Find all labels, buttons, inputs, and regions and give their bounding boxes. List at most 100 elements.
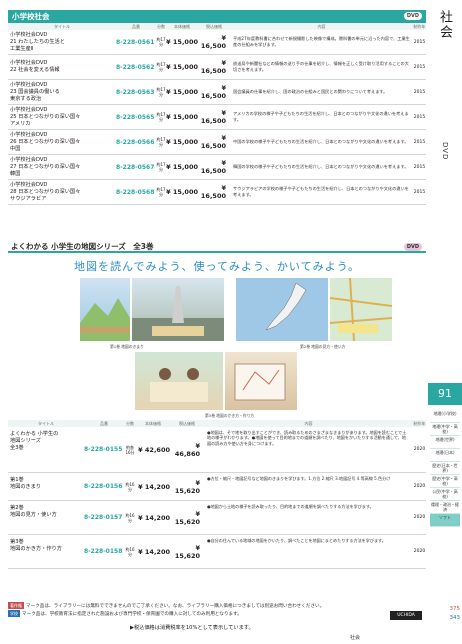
legend-text-2: マーク品は、学校教育法に指定された施設および専門学校・保育園での購入に対してのみ…	[22, 612, 242, 617]
table-row: 小学校社会DVD 25 日本とつながりの深い国々 アメリカ 8-228-0565 約17…	[8, 105, 426, 130]
product-description: ●自分の住んでいる地域の地図をかいたり、調べたことを地図にまとめたりする方法を学…	[207, 538, 386, 543]
still-image-2b	[329, 277, 393, 342]
section-header: よくわかる 小学生の地図シリーズ 全3巻 DVD	[8, 241, 426, 253]
brand-logo: UCHIDA	[390, 611, 422, 620]
column-label: 分数	[157, 24, 165, 29]
product-code: 8-228-0568	[116, 188, 155, 196]
price-base: ¥ 14,200	[138, 547, 170, 556]
still-image-1a	[80, 278, 130, 341]
product-description: アメリカの学校の様子や子どもたちの生活を紹介し、日本とのつながりや文化の違いを考…	[233, 111, 409, 122]
price-tax-included: ¥ 15,620	[174, 509, 200, 526]
price-base: ¥ 15,000	[166, 163, 198, 171]
product-title: 第1巻 地図のきまり	[10, 477, 41, 490]
caption-2: 第2巻 地図の見方・使い方	[300, 344, 346, 349]
duration: 約17分	[156, 37, 166, 47]
side-nav-item[interactable]: 歴史(中学・高校)	[430, 475, 460, 488]
side-nav: 地理(小学校) 地理(中学・高校) 地理(世界) 地理(日本) 歴史(日本・世界) 歴史(…	[430, 410, 460, 527]
legend: 著作権 マーク品は、ライブラリーには無料でできませんのでご了承ください。なお、ライ…	[8, 602, 426, 618]
column-label: 税込価格	[179, 421, 195, 426]
section-elementary-social: 小学校社会 DVD タイトル 品番 分数 本体価格 税込価格 内容 制作年 小学校社会DVD…	[8, 10, 426, 205]
still-image-3b	[225, 352, 297, 410]
product-title: 小学校社会DVD 23 国会議員の働いる 東京する政治	[10, 81, 60, 102]
table-row: 第3巻 地図のかき方・作り方 8-228-0158 約16分 ¥ 14,200 ¥ 15,…	[8, 535, 426, 569]
column-header: タイトル 品番 分数 本体価格 税込価格 内容 制作年	[8, 420, 426, 427]
product-description: 中国の学校の様子や子どもたちの生活を紹介し、日本とのつながりや文化の違いを考えま…	[233, 139, 409, 145]
product-description: ●地図は、そで地を取り出すことができ、読み取るためのさまざまなきまりがあります。…	[207, 430, 407, 446]
column-label: 内容	[304, 421, 313, 426]
table-row: 小学校社会DVD 28 日本とつながりの深い国々 サウジアラビア 8-228-0568…	[8, 180, 426, 205]
product-title: 小学校社会DVD 21 わたしたちの生活と 工業生産Ⅱ	[10, 31, 65, 52]
duration: 約16分	[125, 512, 135, 523]
page-ref-2: 343	[449, 615, 461, 621]
duration: 約各16分	[125, 444, 135, 455]
media-label: DVD	[441, 142, 449, 161]
category-label: 社会	[437, 10, 452, 40]
price-tax-included: ¥ 16,500	[200, 159, 226, 175]
product-table: よくわかる 小学生の 地図シリーズ 全3巻 8-228-0155 約各16分 ¥ 42,6…	[8, 427, 426, 569]
price-tax-included: ¥ 15,620	[174, 478, 200, 495]
still-image-2a	[236, 278, 328, 341]
product-code: 8-228-0563	[116, 88, 155, 96]
column-label: 品番	[100, 421, 108, 426]
production-year: 2020	[413, 484, 426, 489]
product-title: 小学校社会DVD 28 日本とつながりの深い国々 サウジアラビア	[10, 181, 81, 202]
product-code: 8-228-0561	[116, 38, 155, 46]
dvd-badge: DVD	[403, 243, 422, 251]
side-nav-item[interactable]: 倫理・政治・経済	[430, 501, 460, 514]
product-title: 小学校社会DVD 22 社会を変える情報	[10, 60, 60, 73]
product-description: サウジアラビアの学校の様子や子どもたちの生活を紹介し、日本とのつながりや文化の違…	[233, 186, 409, 197]
column-label: タイトル	[54, 24, 70, 29]
product-description: ●方位・縮尺・地図記号など地図のきまりを学びます。1.方位 2.縮尺 3.地図記…	[207, 476, 391, 481]
side-nav-item[interactable]: 地理(日本)	[430, 449, 460, 462]
product-description: 平成27年度教科書に合わせて新規撮影した映像で構成。教科書の単元に沿った内容で、…	[233, 36, 410, 47]
price-base: ¥ 15,000	[166, 113, 198, 121]
copyright-badge: 著作権	[8, 602, 24, 609]
school-badge: 学校	[8, 610, 20, 617]
table-row: よくわかる 小学生の 地図シリーズ 全3巻 8-228-0155 約各16分 ¥ 42,6…	[8, 427, 426, 473]
product-title: 小学校社会DVD 26 日本とつながりの深い国々 中国	[10, 131, 81, 152]
price-tax-included: ¥ 16,500	[200, 109, 226, 125]
side-nav-item[interactable]: 地理(中学・高校)	[430, 423, 460, 436]
product-description: 放送局や新聞社などの情報の送り手の仕事を紹介し、情報を正しく受け取り活用すること…	[233, 61, 409, 72]
product-code: 8-228-0565	[116, 113, 155, 121]
production-year: 2015	[413, 39, 426, 45]
price-base: ¥ 14,200	[138, 513, 170, 522]
catalog-page: 社会 DVD 91 地理(小学校) 地理(中学・高校) 地理(世界) 地理(日本) 歴史…	[0, 0, 462, 644]
product-description: 国会議員の仕事を紹介し、国の政治の仕組みと国民との関わりについて考えます。	[233, 89, 388, 95]
column-label: 品番	[132, 24, 140, 29]
column-label: 内容	[317, 24, 326, 29]
side-nav-item[interactable]: 公民(中学・高校)	[430, 488, 460, 501]
product-title: 第2巻 地図の見方・使い方	[10, 505, 57, 518]
column-label: 制作年	[413, 24, 426, 29]
side-nav-item[interactable]: 地理(小学校)	[430, 410, 460, 423]
duration: 約16分	[125, 546, 135, 557]
table-row: 第1巻 地図のきまり 8-228-0156 約16分 ¥ 14,200 ¥ 15,620 ●…	[8, 473, 426, 501]
legend-text-1: マーク品は、ライブラリーには無料でできませんのでご了承ください。なお、ライブラリ…	[26, 604, 325, 609]
price-tax-included: ¥ 16,500	[200, 84, 226, 100]
caption-3: 第3巻 地図のかき方・作り方	[205, 413, 255, 418]
local-map-icon	[329, 277, 393, 342]
side-nav-item[interactable]: 歴史(日本・世界)	[430, 462, 460, 475]
product-code: 8-228-0155	[84, 446, 123, 453]
column-label: 税込価格	[206, 24, 222, 29]
product-code: 8-228-0157	[84, 514, 123, 521]
table-row: 第2巻 地図の見方・使い方 8-228-0157 約16分 ¥ 14,200 ¥ 15,6…	[8, 501, 426, 535]
price-tax-included: ¥ 16,500	[200, 59, 226, 75]
terrain-diagram-icon	[80, 298, 130, 341]
table-row: 小学校社会DVD 22 社会を変える情報 8-228-0562 約17分 ¥ 15,00…	[8, 55, 426, 80]
duration: 約17分	[156, 187, 166, 197]
column-label: タイトル	[38, 421, 54, 426]
production-year: 2015	[413, 164, 426, 170]
section-map-series: よくわかる 小学生の地図シリーズ 全3巻 DVD 地図を読んでみよう、使ってみよ…	[8, 241, 426, 274]
price-base: ¥ 15,000	[166, 88, 198, 96]
side-nav-item[interactable]: ソフト	[430, 514, 460, 527]
product-code: 8-228-0562	[116, 63, 155, 71]
table-row: 小学校社会DVD 27 日本とつながりの深い国々 韓国 8-228-0567 約17分 ¥…	[8, 155, 426, 180]
still-image-3a	[135, 352, 223, 410]
tower-photo-icon	[132, 286, 224, 341]
legend-line-1: 著作権 マーク品は、ライブラリーには無料でできませんのでご了承ください。なお、ライ…	[8, 602, 426, 610]
product-title: 第3巻 地図のかき方・作り方	[10, 539, 62, 552]
drawing-photo-icon	[234, 363, 286, 401]
side-nav-item[interactable]: 地理(世界)	[430, 436, 460, 449]
tagline: 地図を読んでみよう、使ってみよう、かいてみよう。	[74, 260, 360, 273]
